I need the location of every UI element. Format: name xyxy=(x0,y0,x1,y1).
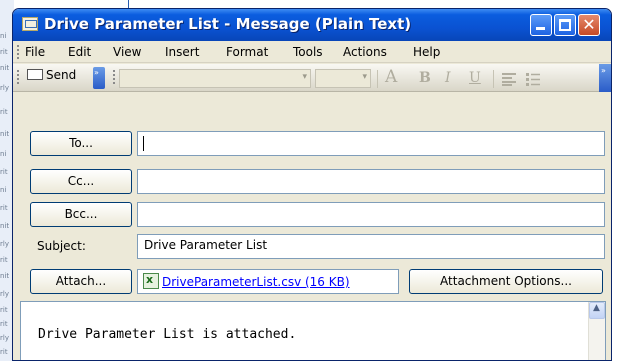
background-text: ni xyxy=(0,32,7,40)
font-size-combo[interactable]: ▾ xyxy=(315,69,371,88)
scroll-up-button[interactable]: ▲ xyxy=(589,302,605,319)
background-text: nit xyxy=(0,222,10,230)
maximize-icon xyxy=(559,19,571,31)
background-text: rit xyxy=(0,204,8,212)
title-bar[interactable]: Drive Parameter List - Message (Plain Te… xyxy=(13,9,611,41)
chevron-right-icon: » xyxy=(94,68,99,77)
chevron-right-icon: » xyxy=(601,66,606,75)
attachment-options-button[interactable]: Attachment Options... xyxy=(409,269,603,294)
to-button[interactable]: To... xyxy=(30,131,132,156)
menu-actions[interactable]: Actions xyxy=(343,45,387,59)
menu-tools[interactable]: Tools xyxy=(293,45,323,59)
maximize-button[interactable] xyxy=(554,14,576,36)
bcc-button[interactable]: Bcc... xyxy=(30,202,132,227)
background-text: rly xyxy=(0,240,9,248)
italic-icon[interactable]: I xyxy=(445,70,451,86)
background-text: nit xyxy=(0,272,10,280)
background-text: nit xyxy=(0,64,10,72)
background-text: ni xyxy=(0,186,7,194)
text-caret xyxy=(143,136,144,151)
cc-button[interactable]: Cc... xyxy=(30,169,132,194)
chevron-down-icon: ▾ xyxy=(302,72,307,82)
menu-help[interactable]: Help xyxy=(413,45,440,59)
close-button[interactable]: ✕ xyxy=(578,14,600,36)
minimize-icon xyxy=(536,27,545,30)
menu-format[interactable]: Format xyxy=(226,45,268,59)
background-text: rit xyxy=(0,168,8,176)
background-text: rit xyxy=(0,320,8,328)
cc-field[interactable] xyxy=(137,169,605,194)
to-field[interactable] xyxy=(137,131,605,156)
background-text: rly xyxy=(0,290,9,298)
message-body[interactable]: Drive Parameter List is attached. ▲ xyxy=(20,301,606,360)
standard-toolbar: Send » ▾ ▾ A B I U » xyxy=(13,64,611,92)
send-icon xyxy=(27,69,43,80)
background-text: ni xyxy=(0,150,7,158)
toolbar-overflow-button[interactable]: » xyxy=(599,64,611,92)
font-color-icon[interactable]: A xyxy=(385,67,397,87)
background-text: nit xyxy=(0,130,10,138)
attach-button[interactable]: Attach... xyxy=(30,269,132,294)
toolbar-separator xyxy=(493,70,494,88)
toolbar-overflow-button[interactable]: » xyxy=(93,67,105,89)
subject-label: Subject: xyxy=(37,239,86,253)
align-left-icon[interactable] xyxy=(501,72,517,89)
background-text: rit xyxy=(0,48,8,56)
chevron-down-icon: ▾ xyxy=(362,72,367,82)
toolbar-grip-icon[interactable] xyxy=(17,70,20,84)
vertical-scrollbar[interactable]: ▲ xyxy=(588,302,605,360)
chevron-up-icon: ▲ xyxy=(593,303,600,313)
background-text: rit xyxy=(0,108,8,116)
background-text: rly xyxy=(0,334,9,342)
font-name-combo[interactable]: ▾ xyxy=(119,69,311,88)
menu-edit[interactable]: Edit xyxy=(68,45,91,59)
toolbar-separator xyxy=(377,70,378,88)
background-text: rit xyxy=(0,306,8,314)
menu-insert[interactable]: Insert xyxy=(165,45,199,59)
attachment-field: DriveParameterList.csv (16 KB) xyxy=(137,269,399,294)
message-window: Drive Parameter List - Message (Plain Te… xyxy=(12,8,612,361)
bcc-field[interactable] xyxy=(137,202,605,227)
send-button[interactable]: Send xyxy=(23,68,80,88)
close-icon: ✕ xyxy=(582,15,596,34)
background-text: rit xyxy=(0,348,8,356)
bullets-icon[interactable] xyxy=(525,72,541,89)
background-text: rly xyxy=(0,84,9,92)
menu-view[interactable]: View xyxy=(113,45,141,59)
message-body-text: Drive Parameter List is attached. xyxy=(38,327,297,342)
underline-icon[interactable]: U xyxy=(469,70,481,86)
menu-file[interactable]: File xyxy=(25,45,45,59)
attachment-link[interactable]: DriveParameterList.csv (16 KB) xyxy=(162,275,350,289)
window-title: Drive Parameter List - Message (Plain Te… xyxy=(44,15,412,33)
background-text: rit xyxy=(0,256,8,264)
csv-file-icon xyxy=(143,273,159,289)
menu-grip-icon[interactable] xyxy=(17,45,20,59)
toolbar-grip-icon[interactable] xyxy=(113,70,116,84)
minimize-button[interactable] xyxy=(530,14,552,36)
message-icon[interactable] xyxy=(22,17,38,31)
bold-icon[interactable]: B xyxy=(419,70,431,86)
subject-field[interactable]: Drive Parameter List xyxy=(137,234,605,259)
menu-bar: File Edit View Insert Format Tools Actio… xyxy=(13,41,611,63)
